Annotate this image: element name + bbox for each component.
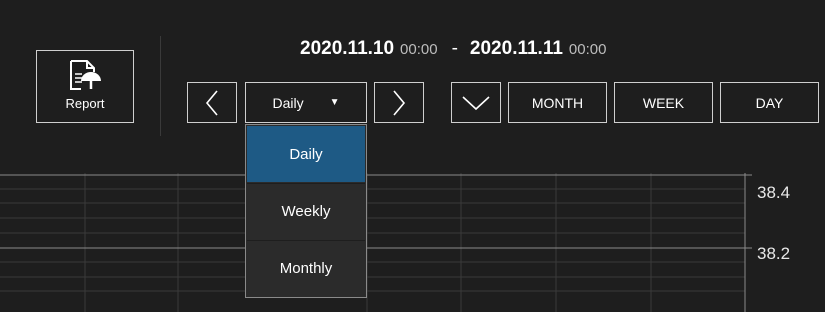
dropdown-option-daily[interactable]: Daily bbox=[247, 126, 365, 182]
chevron-left-icon bbox=[205, 89, 218, 116]
end-time: 00:00 bbox=[568, 41, 607, 58]
y-tick-label: 38.4 bbox=[757, 183, 791, 202]
report-document-icon bbox=[70, 60, 101, 90]
date-range: 2020.11.10 00:00 - 2020.11.11 00:00 bbox=[300, 38, 606, 62]
week-button[interactable]: WEEK bbox=[614, 82, 713, 123]
day-button[interactable]: DAY bbox=[720, 82, 819, 123]
report-button[interactable]: Report bbox=[36, 50, 134, 123]
start-date: 2020.11.10 bbox=[300, 38, 395, 59]
caret-down-icon: ▼ bbox=[329, 97, 340, 108]
end-date: 2020.11.11 bbox=[469, 38, 563, 59]
month-button-label: MONTH bbox=[531, 94, 584, 111]
previous-button[interactable] bbox=[187, 82, 237, 123]
period-select-value: Daily bbox=[272, 94, 304, 111]
y-tick-label: 38.2 bbox=[757, 244, 791, 263]
expand-button[interactable] bbox=[451, 82, 501, 123]
month-button[interactable]: MONTH bbox=[508, 82, 607, 123]
chart-area: 38.4 38.2 bbox=[0, 173, 825, 312]
week-button-label: WEEK bbox=[642, 94, 685, 111]
start-time: 00:00 bbox=[400, 41, 438, 58]
period-dropdown-menu: Daily Weekly Monthly bbox=[245, 124, 367, 298]
toolbar: Report 2020.11.10 00:00 - 2020.11.11 00:… bbox=[0, 0, 825, 173]
toolbar-divider bbox=[160, 36, 161, 136]
chart-grid bbox=[0, 173, 752, 312]
report-label: Report bbox=[65, 96, 105, 111]
date-separator: - bbox=[451, 38, 458, 59]
day-button-label: DAY bbox=[755, 94, 784, 111]
chevron-right-icon bbox=[393, 89, 406, 116]
period-select[interactable]: Daily ▼ bbox=[245, 82, 367, 123]
dropdown-option-monthly[interactable]: Monthly bbox=[247, 240, 365, 296]
dropdown-option-weekly[interactable]: Weekly bbox=[247, 183, 365, 239]
next-button[interactable] bbox=[374, 82, 424, 123]
chevron-down-icon bbox=[462, 95, 490, 110]
